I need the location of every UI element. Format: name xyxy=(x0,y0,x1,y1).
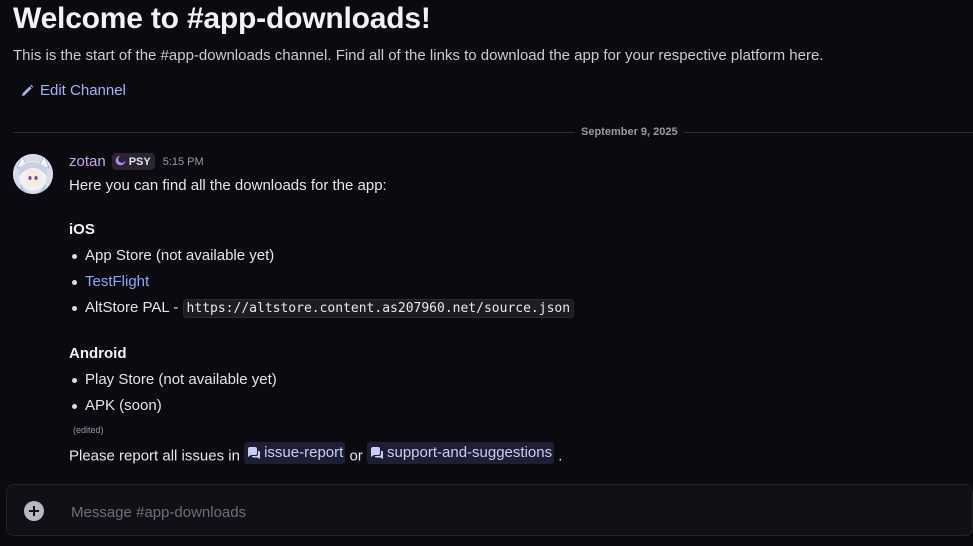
list-item: Play Store (not available yet) xyxy=(72,367,949,393)
report-line: Please report all issues in issue-report… xyxy=(69,442,949,468)
channel-mention-issue-report[interactable]: issue-report xyxy=(244,442,346,464)
list-item: TestFlight xyxy=(72,269,949,295)
message-composer xyxy=(6,484,973,536)
app-store-text: App Store (not available yet) xyxy=(85,247,275,264)
message-author[interactable]: zotan xyxy=(69,153,106,170)
channel-view: Welcome to #app-downloads! This is the s… xyxy=(0,0,973,546)
crescent-icon xyxy=(115,155,126,169)
list-item: App Store (not available yet) xyxy=(72,243,949,269)
guild-tag[interactable]: PSY xyxy=(111,153,155,170)
list-item: AltStore PAL - https://altstore.content.… xyxy=(72,295,949,321)
ios-heading: iOS xyxy=(69,221,95,238)
avatar[interactable] xyxy=(13,154,53,194)
date-divider: September 9, 2025 xyxy=(13,124,973,140)
edit-channel-label: Edit Channel xyxy=(40,82,126,99)
apk-text: APK (soon) xyxy=(85,397,162,414)
report-or: or xyxy=(349,447,363,465)
altstore-text: AltStore PAL - xyxy=(85,299,183,316)
report-prefix: Please report all issues in xyxy=(69,447,240,465)
ios-list: App Store (not available yet) TestFlight… xyxy=(69,243,949,321)
forum-channel-icon xyxy=(369,446,384,461)
edited-label: (edited) xyxy=(73,425,104,435)
edited-row: (edited) xyxy=(69,419,949,439)
channel-mention-support-and-suggestions[interactable]: support-and-suggestions xyxy=(366,442,555,464)
report-suffix: . xyxy=(558,447,563,465)
edit-channel-button[interactable]: Edit Channel xyxy=(20,82,126,99)
message-intro: Here you can find all the downloads for … xyxy=(69,177,387,194)
divider-date: September 9, 2025 xyxy=(575,124,684,140)
android-heading: Android xyxy=(69,345,127,362)
message-header: zotan PSY 5:15 PM xyxy=(69,153,204,170)
plus-circle-icon[interactable] xyxy=(24,501,44,521)
pencil-icon xyxy=(20,84,34,98)
divider-line xyxy=(13,132,973,133)
play-store-text: Play Store (not available yet) xyxy=(85,371,277,388)
mention-label: issue-report xyxy=(264,444,344,461)
guild-tag-label: PSY xyxy=(128,155,151,168)
forum-channel-icon xyxy=(246,446,261,461)
android-list: Play Store (not available yet) APK (soon… xyxy=(69,367,949,419)
message-content: Here you can find all the downloads for … xyxy=(69,175,949,468)
altstore-url-code: https://altstore.content.as207960.net/so… xyxy=(182,299,575,318)
mention-label: support-and-suggestions xyxy=(386,444,553,461)
list-item: APK (soon) xyxy=(72,393,949,419)
welcome-title: Welcome to #app-downloads! xyxy=(13,2,431,35)
message-timestamp[interactable]: 5:15 PM xyxy=(163,156,204,168)
testflight-link[interactable]: TestFlight xyxy=(85,273,149,290)
welcome-description: This is the start of the #app-downloads … xyxy=(13,47,824,64)
message-input[interactable] xyxy=(69,497,953,527)
